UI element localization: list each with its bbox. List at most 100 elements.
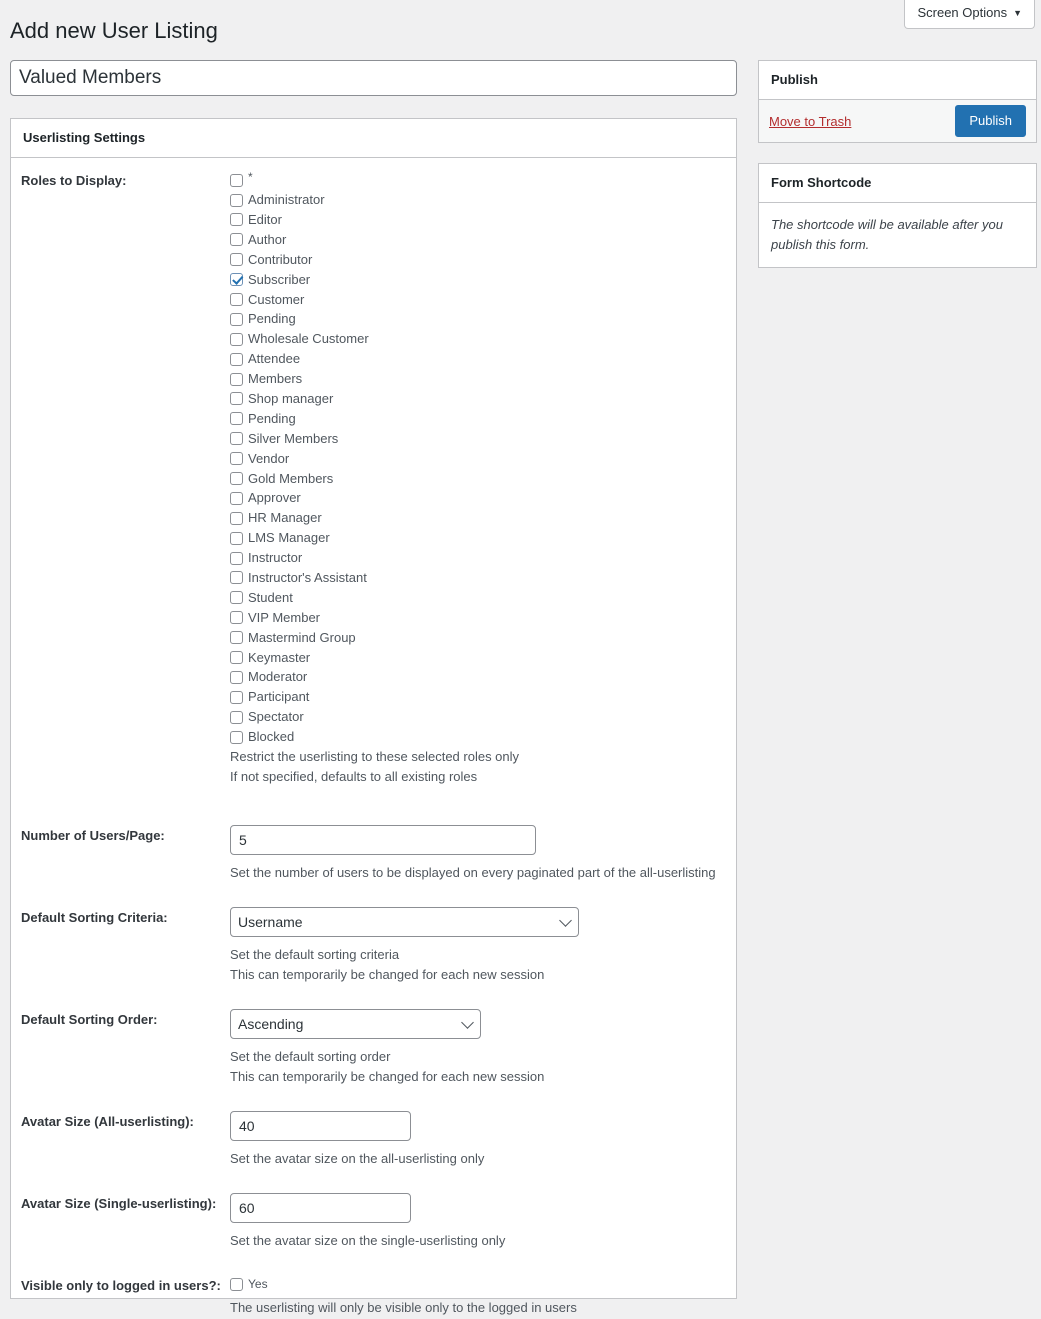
role-checkbox-label[interactable]: VIP Member <box>248 608 320 628</box>
avatar-single-input[interactable] <box>230 1193 411 1224</box>
role-checkbox[interactable] <box>230 193 243 207</box>
role-checkbox-item: Pending <box>230 309 726 329</box>
form-shortcode-header: Form Shortcode <box>759 164 1036 204</box>
role-checkbox-label[interactable]: Contributor <box>248 250 312 270</box>
role-checkbox-label[interactable]: * <box>248 168 253 188</box>
role-checkbox[interactable] <box>230 432 243 446</box>
role-checkbox[interactable] <box>230 352 243 366</box>
sorting-criteria-label: Default Sorting Criteria: <box>21 910 168 926</box>
role-checkbox-label[interactable]: Administrator <box>248 190 325 210</box>
role-checkbox-label[interactable]: Members <box>248 369 302 389</box>
role-checkbox-label[interactable]: Subscriber <box>248 270 310 290</box>
move-to-trash-link[interactable]: Move to Trash <box>769 114 851 129</box>
role-checkbox-label[interactable]: Approver <box>248 488 301 508</box>
role-checkbox-label[interactable]: Pending <box>248 409 296 429</box>
screen-options-tab[interactable]: Screen Options ▼ <box>904 0 1035 29</box>
role-checkbox[interactable] <box>230 690 243 704</box>
role-checkbox-item: Subscriber <box>230 270 726 290</box>
sorting-criteria-select[interactable]: Username <box>230 907 579 938</box>
role-checkbox[interactable] <box>230 631 243 645</box>
role-checkbox-label[interactable]: Attendee <box>248 349 300 369</box>
role-checkbox[interactable] <box>230 730 243 744</box>
role-checkbox-label[interactable]: Instructor's Assistant <box>248 568 367 588</box>
row-roles-to-display: Roles to Display: * Administrator Editor Au… <box>11 170 736 787</box>
role-checkbox[interactable] <box>230 173 243 187</box>
role-checkbox[interactable] <box>230 312 243 326</box>
users-per-page-label: Number of Users/Page: <box>21 828 165 844</box>
role-checkbox-label[interactable]: Pending <box>248 309 296 329</box>
role-checkbox[interactable] <box>230 591 243 605</box>
role-checkbox-item: Silver Members <box>230 429 726 449</box>
role-checkbox[interactable] <box>230 273 243 287</box>
role-checkbox-item: Pending <box>230 409 726 429</box>
role-checkbox[interactable] <box>230 332 243 346</box>
role-checkbox-item: Spectator <box>230 707 726 727</box>
role-checkbox[interactable] <box>230 233 243 247</box>
role-checkbox-item: Instructor's Assistant <box>230 568 726 588</box>
role-checkbox[interactable] <box>230 452 243 466</box>
logged-in-only-label: Visible only to logged in users?: <box>21 1278 221 1294</box>
role-checkbox[interactable] <box>230 412 243 426</box>
row-avatar-all: Avatar Size (All-userlisting): Set the a… <box>11 1111 736 1169</box>
role-checkbox-label[interactable]: Blocked <box>248 727 294 747</box>
role-checkbox-item: HR Manager <box>230 508 726 528</box>
publish-button[interactable]: Publish <box>955 105 1026 137</box>
role-checkbox[interactable] <box>230 651 243 664</box>
role-checkbox-label[interactable]: Silver Members <box>248 429 338 449</box>
logged-in-only-desc: The userlisting will only be visible onl… <box>230 1299 577 1315</box>
role-checkbox-item: Keymaster <box>230 648 726 668</box>
role-checkbox-label[interactable]: LMS Manager <box>248 528 330 548</box>
role-checkbox[interactable] <box>230 372 243 386</box>
avatar-all-field: Set the avatar size on the all-userlisti… <box>230 1111 726 1169</box>
role-checkbox-item: Moderator <box>230 667 726 687</box>
avatar-single-desc: Set the avatar size on the single-userli… <box>230 1233 506 1249</box>
avatar-all-input[interactable] <box>230 1111 411 1142</box>
role-checkbox-label[interactable]: Customer <box>248 290 304 310</box>
role-checkbox[interactable] <box>230 213 243 227</box>
role-checkbox-item: Vendor <box>230 449 726 469</box>
role-checkbox-label[interactable]: Mastermind Group <box>248 628 356 648</box>
role-checkbox-label[interactable]: Vendor <box>248 449 289 469</box>
chevron-down-icon: ▼ <box>1013 8 1022 18</box>
role-checkbox[interactable] <box>230 551 243 565</box>
role-checkbox-label[interactable]: Instructor <box>248 548 302 568</box>
role-checkbox-item: Administrator <box>230 190 726 210</box>
role-checkbox[interactable] <box>230 511 243 525</box>
role-checkbox[interactable] <box>230 253 243 267</box>
role-checkbox-label[interactable]: Gold Members <box>248 469 333 489</box>
roles-checkbox-list: * Administrator Editor Author Contributor Sub… <box>230 170 726 747</box>
role-checkbox-label[interactable]: Moderator <box>248 667 307 687</box>
role-checkbox[interactable] <box>230 571 243 585</box>
logged-in-only-checkbox-label[interactable]: Yes <box>248 1275 268 1295</box>
role-checkbox-label[interactable]: HR Manager <box>248 508 322 528</box>
role-checkbox[interactable] <box>230 392 243 406</box>
logged-in-only-checkbox[interactable] <box>230 1278 243 1292</box>
role-checkbox-label[interactable]: Keymaster <box>248 648 310 668</box>
role-checkbox-label[interactable]: Author <box>248 230 286 250</box>
settings-panel-heading: Userlisting Settings <box>23 130 146 145</box>
role-checkbox-label[interactable]: Wholesale Customer <box>248 329 369 349</box>
role-checkbox-label[interactable]: Spectator <box>248 707 304 727</box>
role-checkbox[interactable] <box>230 471 243 485</box>
sorting-order-select[interactable]: Ascending <box>230 1009 481 1040</box>
role-checkbox[interactable] <box>230 710 243 724</box>
role-checkbox[interactable] <box>230 611 243 625</box>
role-checkbox[interactable] <box>230 531 243 545</box>
row-logged-in-only: Visible only to logged in users?: Yes Th… <box>11 1275 736 1318</box>
role-checkbox-label[interactable]: Participant <box>248 687 309 707</box>
role-checkbox-label[interactable]: Shop manager <box>248 389 333 409</box>
role-checkbox-item: Approver <box>230 488 726 508</box>
settings-panel-header: Userlisting Settings <box>11 119 736 159</box>
role-checkbox-item: Customer <box>230 290 726 310</box>
role-checkbox[interactable] <box>230 670 243 684</box>
role-checkbox-label[interactable]: Student <box>248 588 293 608</box>
users-per-page-input[interactable] <box>230 825 536 856</box>
role-checkbox-label[interactable]: Editor <box>248 210 282 230</box>
role-checkbox[interactable] <box>230 292 243 306</box>
role-checkbox[interactable] <box>230 491 243 505</box>
roles-to-display-field: * Administrator Editor Author Contributor Sub… <box>230 170 726 787</box>
listing-title-input[interactable] <box>10 60 737 96</box>
